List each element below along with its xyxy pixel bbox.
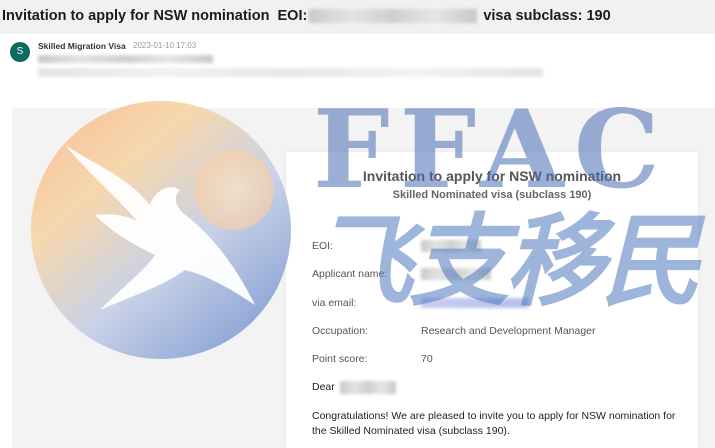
salutation: Dear xyxy=(312,381,335,393)
sent-date: 2023-01-10 17:03 xyxy=(133,41,197,50)
redacted-name xyxy=(340,381,396,394)
subject-prefix: Invitation to apply for NSW nomination xyxy=(2,8,270,24)
watermark-bird-icon xyxy=(65,145,255,310)
sender-avatar[interactable]: S xyxy=(10,42,30,62)
email-subject-bar: Invitation to apply for NSW nomination E… xyxy=(0,0,715,34)
congratulations-text: Congratulations! We are pleased to invit… xyxy=(312,410,676,437)
watermark-chinese-text: 飞支移民 xyxy=(313,203,701,320)
sender-name[interactable]: Skilled Migration Visa xyxy=(38,41,126,51)
score-label: Point score: xyxy=(312,353,368,365)
email-subject: Invitation to apply for NSW nomination E… xyxy=(2,8,611,24)
redacted-recipient-line xyxy=(38,68,543,77)
redacted-recipient xyxy=(38,55,213,63)
occupation-value: Research and Development Manager xyxy=(421,325,596,337)
occupation-label: Occupation: xyxy=(312,325,369,337)
watermark-ffac-text: FFAC xyxy=(313,87,670,213)
redacted-eoi xyxy=(309,9,478,24)
subject-suffix: visa subclass: 190 xyxy=(483,8,611,24)
score-value: 70 xyxy=(421,353,433,365)
subject-eoi-label: EOI: xyxy=(277,8,308,24)
